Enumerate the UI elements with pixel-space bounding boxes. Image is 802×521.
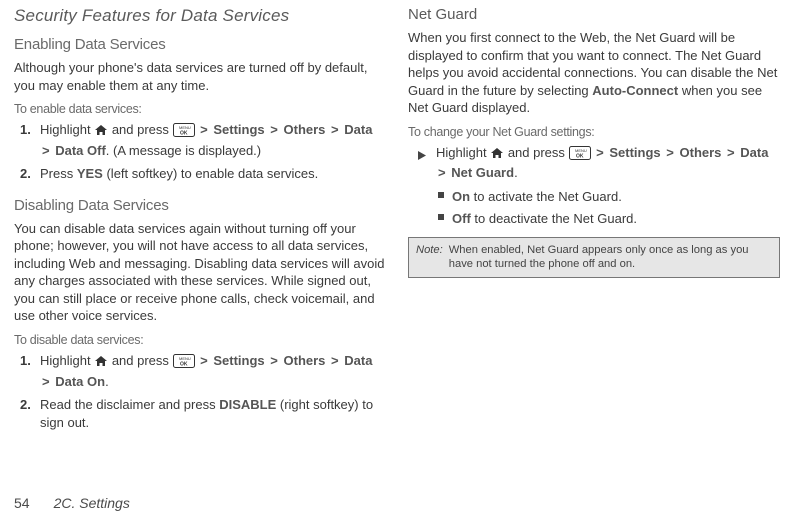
step-number: 2. bbox=[20, 396, 31, 414]
leadin-disable: To disable data services: bbox=[14, 333, 386, 347]
text: (left softkey) to enable data services. bbox=[103, 166, 318, 181]
menu-autoconnect: Auto-Connect bbox=[592, 83, 678, 98]
chevron-right-icon: > bbox=[270, 122, 278, 137]
chevron-right-icon: > bbox=[200, 122, 208, 137]
option-off: Off bbox=[452, 211, 471, 226]
sub-bullet-on: On to activate the Net Guard. bbox=[408, 188, 780, 206]
text: and press bbox=[504, 145, 568, 160]
chevron-right-icon: > bbox=[270, 353, 278, 368]
menu-netguard: Net Guard bbox=[451, 165, 514, 180]
menu-data: Data bbox=[740, 145, 768, 160]
page-content: Security Features for Data Services Enab… bbox=[0, 0, 802, 445]
left-column: Security Features for Data Services Enab… bbox=[14, 6, 386, 445]
menu-others: Others bbox=[284, 353, 326, 368]
home-icon bbox=[94, 123, 108, 141]
text: Highlight bbox=[40, 122, 94, 137]
triangle-bullet-icon bbox=[418, 147, 426, 165]
text: . (A message is displayed.) bbox=[106, 143, 261, 158]
text: Highlight bbox=[436, 145, 490, 160]
menu-settings: Settings bbox=[213, 353, 264, 368]
svg-text:MENU: MENU bbox=[575, 148, 587, 153]
option-on: On bbox=[452, 189, 470, 204]
leadin-enable: To enable data services: bbox=[14, 102, 386, 116]
square-bullet-icon bbox=[438, 214, 444, 220]
page-footer: 54 2C. Settings bbox=[14, 495, 130, 511]
right-column: Net Guard When you first connect to the … bbox=[408, 6, 780, 445]
menu-others: Others bbox=[284, 122, 326, 137]
chevron-right-icon: > bbox=[331, 122, 339, 137]
steps-enable: 1. Highlight and press MENUOK > Settings… bbox=[14, 121, 386, 189]
note-label: Note: bbox=[416, 243, 443, 272]
step-number: 2. bbox=[20, 165, 31, 183]
note-text: When enabled, Net Guard appears only onc… bbox=[449, 243, 772, 272]
bullet-netguard-main: Highlight and press MENUOK > Settings > … bbox=[408, 144, 780, 182]
leadin-netguard: To change your Net Guard settings: bbox=[408, 125, 780, 139]
text: Read the disclaimer and press bbox=[40, 397, 219, 412]
heading-netguard: Net Guard bbox=[408, 6, 780, 23]
menu-others: Others bbox=[680, 145, 722, 160]
chevron-right-icon: > bbox=[438, 165, 446, 180]
body-netguard: When you first connect to the Web, the N… bbox=[408, 29, 780, 117]
home-icon bbox=[490, 146, 504, 164]
menu-settings: Settings bbox=[213, 122, 264, 137]
heading-enabling: Enabling Data Services bbox=[14, 36, 386, 53]
chevron-right-icon: > bbox=[596, 145, 604, 160]
text: and press bbox=[108, 353, 172, 368]
chevron-right-icon: > bbox=[42, 374, 50, 389]
ok-key-icon: MENUOK bbox=[173, 123, 195, 142]
page-number: 54 bbox=[14, 495, 30, 511]
step-disable-1: 1. Highlight and press MENUOK > Settings… bbox=[30, 352, 386, 390]
steps-disable: 1. Highlight and press MENUOK > Settings… bbox=[14, 352, 386, 437]
menu-data-off: Data Off bbox=[55, 143, 106, 158]
step-disable-2: 2. Read the disclaimer and press DISABLE… bbox=[30, 396, 386, 431]
chevron-right-icon: > bbox=[200, 353, 208, 368]
chevron-right-icon: > bbox=[727, 145, 735, 160]
home-icon bbox=[94, 354, 108, 372]
text: Press bbox=[40, 166, 77, 181]
step-enable-2: 2. Press YES (left softkey) to enable da… bbox=[30, 165, 386, 183]
menu-data: Data bbox=[344, 353, 372, 368]
menu-data-on: Data On bbox=[55, 374, 105, 389]
chevron-right-icon: > bbox=[331, 353, 339, 368]
text: to deactivate the Net Guard. bbox=[471, 211, 637, 226]
sub-bullet-off: Off to deactivate the Net Guard. bbox=[408, 210, 780, 228]
svg-text:MENU: MENU bbox=[179, 125, 191, 130]
svg-text:OK: OK bbox=[576, 153, 584, 159]
menu-data: Data bbox=[344, 122, 372, 137]
chevron-right-icon: > bbox=[666, 145, 674, 160]
menu-settings: Settings bbox=[609, 145, 660, 160]
note-box: Note: When enabled, Net Guard appears on… bbox=[408, 237, 780, 278]
text: and press bbox=[108, 122, 172, 137]
text: Highlight bbox=[40, 353, 94, 368]
ok-key-icon: MENUOK bbox=[173, 354, 195, 373]
text: . bbox=[514, 165, 518, 180]
text: . bbox=[105, 374, 109, 389]
square-bullet-icon bbox=[438, 192, 444, 198]
softkey-yes: YES bbox=[77, 166, 103, 181]
svg-text:MENU: MENU bbox=[179, 356, 191, 361]
chevron-right-icon: > bbox=[42, 143, 50, 158]
step-number: 1. bbox=[20, 352, 31, 370]
step-number: 1. bbox=[20, 121, 31, 139]
section-title: Security Features for Data Services bbox=[14, 6, 386, 26]
svg-text:OK: OK bbox=[180, 362, 188, 368]
step-enable-1: 1. Highlight and press MENUOK > Settings… bbox=[30, 121, 386, 159]
ok-key-icon: MENUOK bbox=[569, 146, 591, 165]
body-enabling: Although your phone's data services are … bbox=[14, 59, 386, 94]
softkey-disable: DISABLE bbox=[219, 397, 276, 412]
svg-text:OK: OK bbox=[180, 131, 188, 137]
text: to activate the Net Guard. bbox=[470, 189, 622, 204]
body-disabling: You can disable data services again with… bbox=[14, 220, 386, 325]
footer-section: 2C. Settings bbox=[54, 495, 130, 511]
heading-disabling: Disabling Data Services bbox=[14, 197, 386, 214]
